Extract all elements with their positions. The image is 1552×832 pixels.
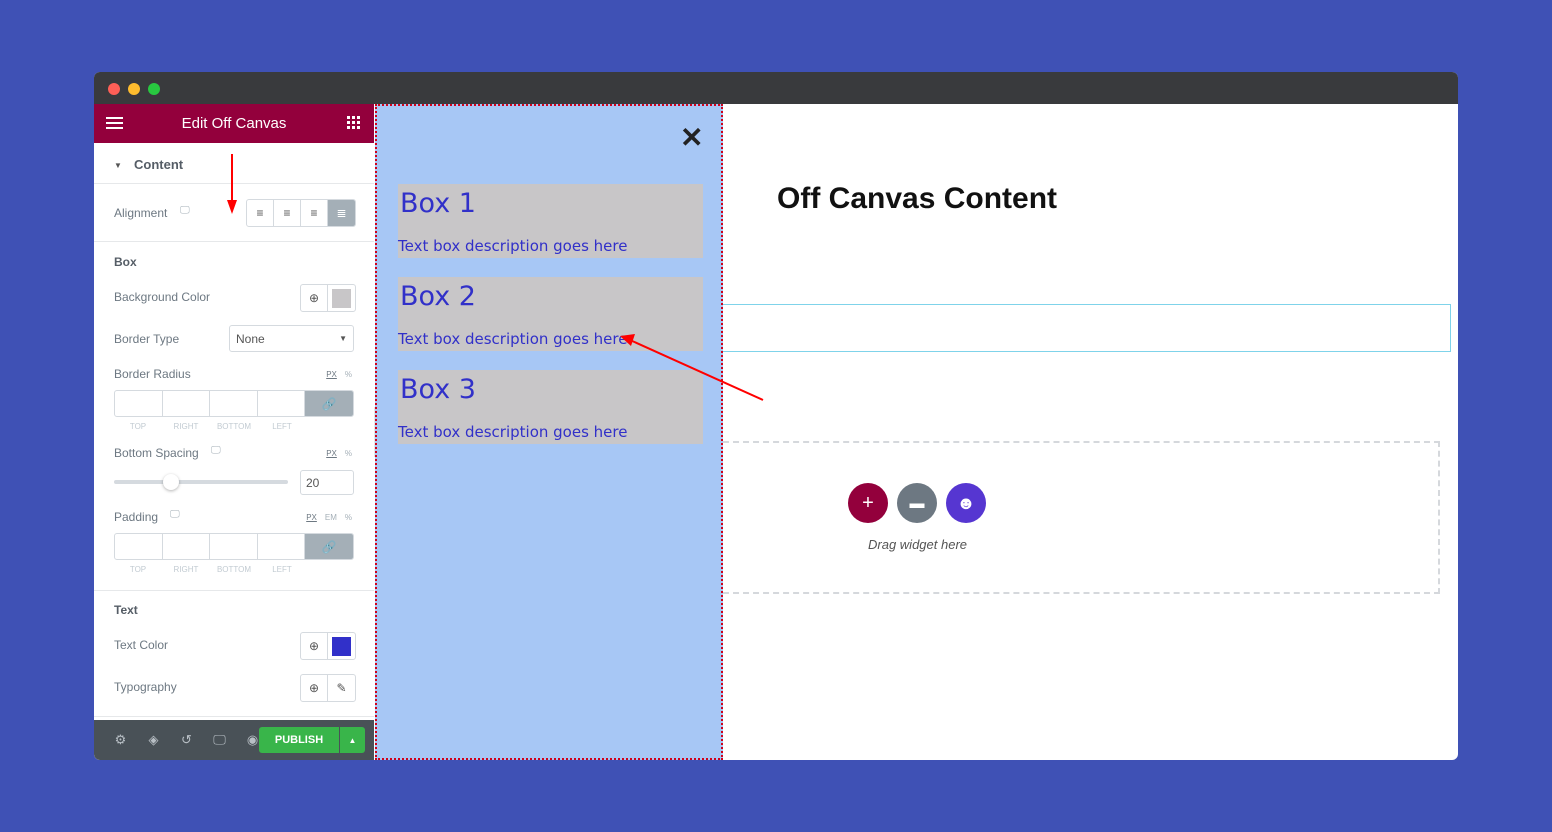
annotation-arrows	[227, 154, 764, 401]
annotation-arrow	[629, 339, 764, 401]
arrow-head	[227, 200, 237, 214]
arrow-head	[620, 334, 635, 346]
browser-window: Edit Off Canvas ▼ Content Alignment 🖵 ≡ …	[94, 72, 1458, 760]
